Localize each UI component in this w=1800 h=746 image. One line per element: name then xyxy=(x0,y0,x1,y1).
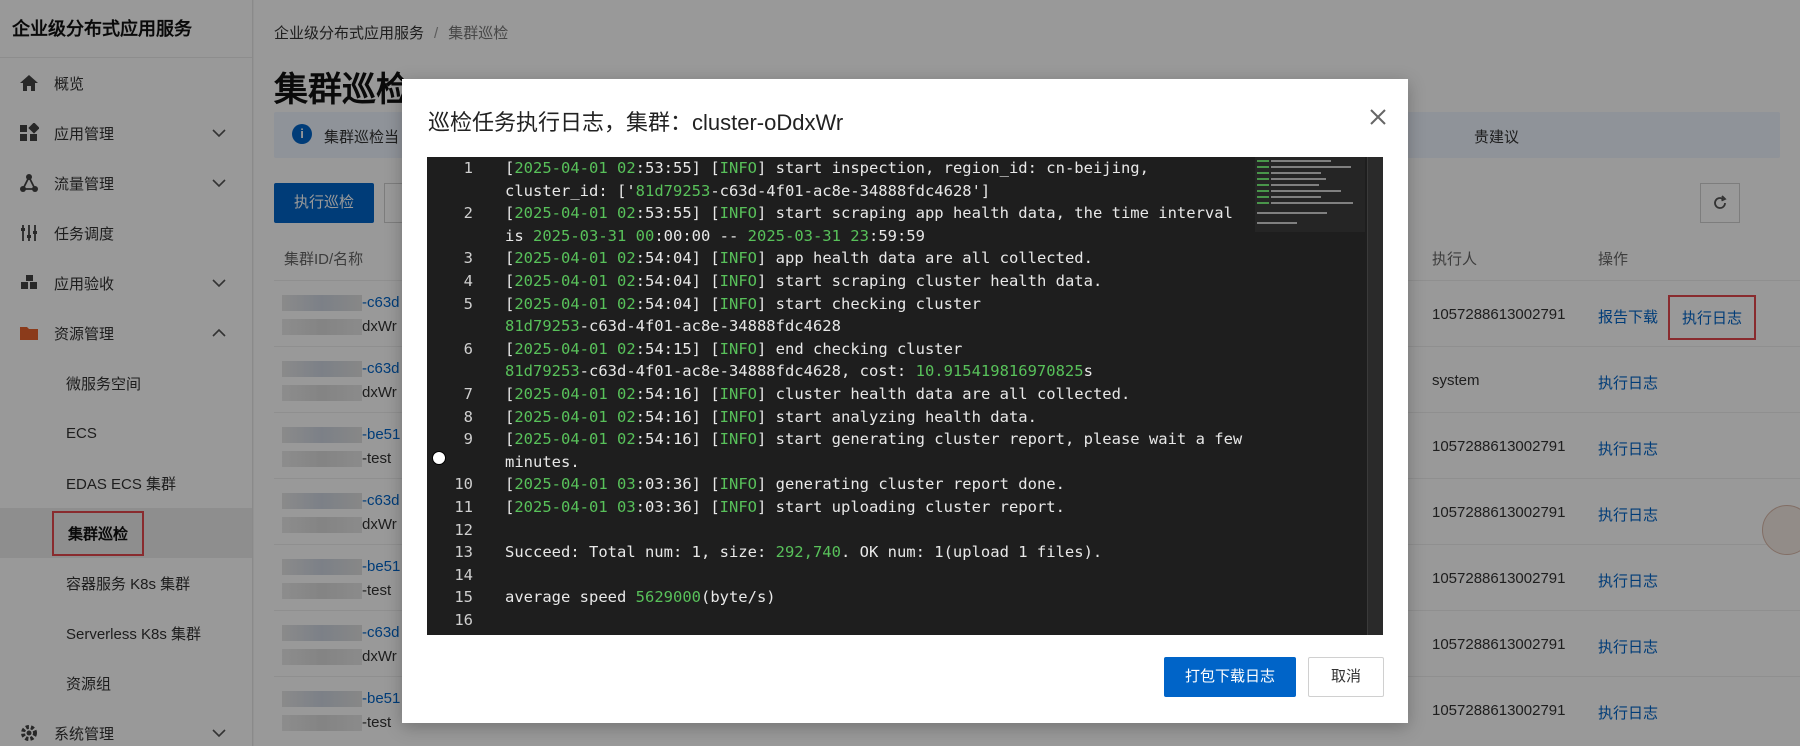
line-number: 10 xyxy=(454,475,473,494)
line-number: 15 xyxy=(454,588,473,607)
line-number: 13 xyxy=(454,543,473,562)
log-line: 14 xyxy=(427,564,1257,587)
line-number: 5 xyxy=(463,294,473,313)
mouse-cursor-icon xyxy=(432,451,446,465)
log-line: 12 xyxy=(427,519,1257,542)
line-number: 16 xyxy=(454,611,473,629)
line-number: 6 xyxy=(463,339,473,358)
log-text: minutes. xyxy=(505,452,580,471)
dialog-title: 巡检任务执行日志，集群：cluster-oDdxWr xyxy=(428,110,844,135)
log-line: 7 [2025-04-01 02:54:16] [INFO] cluster he… xyxy=(427,383,1257,406)
log-text: [2025-04-01 02:54:04] [INFO] start scrap… xyxy=(505,272,1103,290)
log-line: minutes. xyxy=(427,451,1257,474)
log-text: 81d79253-c63d-4f01-ac8e-34888fdc4628, co… xyxy=(505,362,1093,381)
line-number: 7 xyxy=(463,385,473,403)
log-line: 13 Succeed: Total num: 1, size: 292,740. … xyxy=(427,541,1257,564)
log-viewer[interactable]: 1 [2025-04-01 02:53:55] [INFO] start insp… xyxy=(427,157,1383,635)
log-text: Succeed: Total num: 1, size: 292,740. OK… xyxy=(505,543,1103,562)
log-line: 10 [2025-04-01 03:03:36] [INFO] generatin… xyxy=(427,473,1257,496)
log-text: 81d79253-c63d-4f01-ac8e-34888fdc4628 xyxy=(505,317,841,336)
line-number: 8 xyxy=(463,407,473,426)
line-number: 14 xyxy=(454,565,473,584)
line-number: 3 xyxy=(463,249,473,268)
download-logs-button[interactable]: 打包下载日志 xyxy=(1164,657,1296,697)
line-number: 4 xyxy=(463,272,473,290)
log-line: 15 average speed 5629000(byte/s) xyxy=(427,586,1257,609)
line-number: 1 xyxy=(463,159,473,177)
log-line: cluster_id: ['81d79253-c63d-4f01-ac8e-34… xyxy=(427,180,1257,203)
log-text: [2025-04-01 02:54:04] [INFO] start check… xyxy=(505,294,981,313)
log-scrollbar[interactable] xyxy=(1367,157,1383,635)
log-line: 8 [2025-04-01 02:54:16] [INFO] start anal… xyxy=(427,406,1257,429)
line-number: 11 xyxy=(454,498,473,516)
log-line: 4 [2025-04-01 02:54:04] [INFO] start scra… xyxy=(427,270,1257,293)
cancel-button[interactable]: 取消 xyxy=(1308,657,1384,697)
log-line: 81d79253-c63d-4f01-ac8e-34888fdc4628 xyxy=(427,315,1257,338)
close-button[interactable] xyxy=(1366,105,1390,129)
log-line: 6 [2025-04-01 02:54:15] [INFO] end checki… xyxy=(427,338,1257,361)
log-line: 11 [2025-04-01 03:03:36] [INFO] start upl… xyxy=(427,496,1257,519)
log-text: cluster_id: ['81d79253-c63d-4f01-ac8e-34… xyxy=(505,181,991,200)
log-text: [2025-04-01 02:54:16] [INFO] start gener… xyxy=(505,430,1243,449)
code-minimap[interactable] xyxy=(1255,157,1365,232)
log-text: [2025-04-01 03:03:36] [INFO] start uploa… xyxy=(505,498,1065,516)
line-number: 12 xyxy=(454,520,473,539)
log-text: [2025-04-01 02:53:55] [INFO] start scrap… xyxy=(505,204,1233,223)
log-line: 1 [2025-04-01 02:53:55] [INFO] start insp… xyxy=(427,157,1257,180)
line-number: 2 xyxy=(463,204,473,223)
log-text: [2025-04-01 02:53:55] [INFO] start inspe… xyxy=(505,159,1149,177)
log-text: average speed 5629000(byte/s) xyxy=(505,588,776,607)
line-number: 9 xyxy=(463,430,473,449)
log-text: [2025-04-01 02:54:04] [INFO] app health … xyxy=(505,249,1093,268)
log-text: [2025-04-01 02:54:15] [INFO] end checkin… xyxy=(505,339,963,358)
log-text: [2025-04-01 03:03:36] [INFO] generating … xyxy=(505,475,1065,494)
log-line: is 2025-03-31 00:00:00 -- 2025-03-31 23:… xyxy=(427,225,1257,248)
log-text: [2025-04-01 02:54:16] [INFO] cluster hea… xyxy=(505,385,1131,403)
log-line: 3 [2025-04-01 02:54:04] [INFO] app health… xyxy=(427,247,1257,270)
log-line: 81d79253-c63d-4f01-ac8e-34888fdc4628, co… xyxy=(427,360,1257,383)
log-text: is 2025-03-31 00:00:00 -- 2025-03-31 23:… xyxy=(505,226,925,245)
close-icon xyxy=(1370,109,1386,125)
log-line: 5 [2025-04-01 02:54:04] [INFO] start chec… xyxy=(427,293,1257,316)
log-line: 2 [2025-04-01 02:53:55] [INFO] start scra… xyxy=(427,202,1257,225)
log-line: 16 xyxy=(427,609,1257,632)
execution-log-dialog: 巡检任务执行日志，集群：cluster-oDdxWr 1 [2025-04-01 … xyxy=(402,79,1408,723)
log-text: [2025-04-01 02:54:16] [INFO] start analy… xyxy=(505,407,1037,426)
log-line: 9 [2025-04-01 02:54:16] [INFO] start gene… xyxy=(427,428,1257,451)
